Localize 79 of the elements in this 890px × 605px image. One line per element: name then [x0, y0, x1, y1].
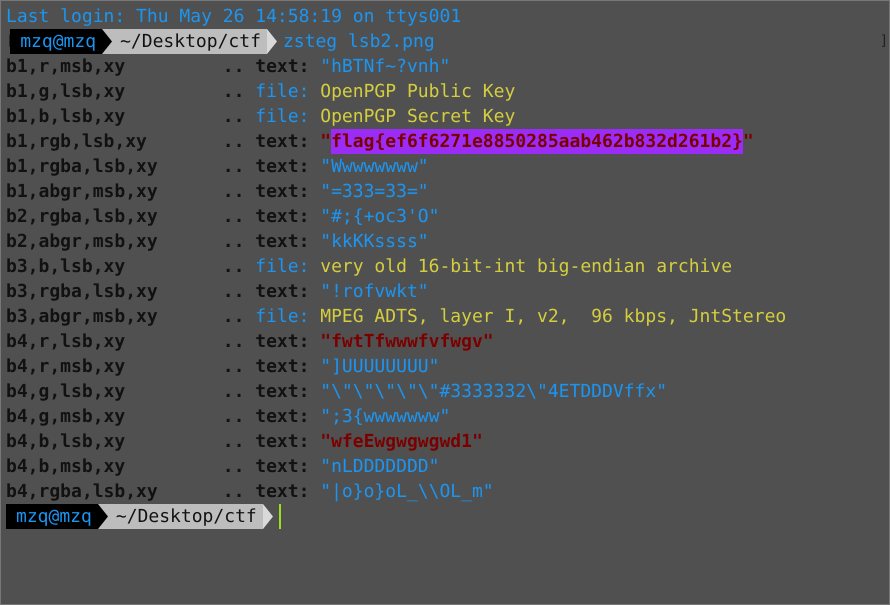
- result-value: "]UUUUUUUU": [320, 355, 440, 379]
- channel-label: b4,r,msb,xy: [6, 355, 126, 379]
- result-type: text:: [255, 55, 310, 79]
- separator-dots: ..: [222, 330, 246, 354]
- result-type: text:: [255, 455, 310, 479]
- separator-dots: ..: [222, 430, 246, 454]
- result-value: "|o}o}oL_\\OL_m": [320, 480, 494, 504]
- separator-dots: ..: [222, 155, 246, 179]
- channel-label: b2,rgba,lsb,xy: [6, 205, 159, 229]
- channel-label: b3,b,lsb,xy: [6, 255, 126, 279]
- login-message: Last login: Thu May 26 14:58:19 on ttys001: [6, 5, 462, 29]
- separator-dots: ..: [222, 130, 246, 154]
- command-text: zsteg lsb2.png: [282, 30, 435, 54]
- result-value: "!rofvwkt": [320, 280, 429, 304]
- separator-dots: ..: [222, 380, 246, 404]
- result-value: ";3{wwwwwww": [320, 405, 450, 429]
- channel-label: b1,r,msb,xy: [6, 55, 126, 79]
- channel-label: b1,abgr,msb,xy: [6, 180, 159, 204]
- separator-dots: ..: [222, 180, 246, 204]
- prompt-path: ~/Desktop/ctf: [112, 29, 267, 54]
- separator-dots: ..: [222, 305, 246, 329]
- quote-mark: ": [742, 130, 754, 154]
- result-type: text:: [255, 430, 310, 454]
- result-type: text:: [255, 205, 310, 229]
- result-type: text:: [255, 130, 310, 154]
- result-type: text:: [255, 155, 310, 179]
- bracket: ]: [880, 32, 884, 51]
- result-type: text:: [255, 180, 310, 204]
- separator-dots: ..: [222, 255, 246, 279]
- result-value: MPEG ADTS, layer I, v2, 96 kbps, JntStereo: [320, 305, 786, 329]
- result-type: text:: [255, 230, 310, 254]
- result-type: text:: [255, 330, 310, 354]
- prompt-path: ~/Desktop/ctf: [108, 504, 263, 529]
- channel-label: b3,rgba,lsb,xy: [6, 280, 159, 304]
- result-type: file:: [255, 105, 310, 129]
- result-value: OpenPGP Secret Key: [320, 105, 516, 129]
- result-value: "=333=33=": [320, 180, 429, 204]
- channel-label: b4,b,msb,xy: [6, 455, 126, 479]
- separator-dots: ..: [222, 455, 246, 479]
- result-value: "hBTNf~?vnh": [320, 55, 450, 79]
- result-value: "Wwwwwwww": [320, 155, 429, 179]
- channel-label: b1,rgb,lsb,xy: [6, 130, 148, 154]
- channel-label: b4,g,lsb,xy: [6, 380, 126, 404]
- result-type: file:: [255, 80, 310, 104]
- separator-dots: ..: [222, 480, 246, 504]
- separator-dots: ..: [222, 55, 246, 79]
- separator-dots: ..: [222, 405, 246, 429]
- separator-dots: ..: [222, 230, 246, 254]
- result-type: text:: [255, 355, 310, 379]
- result-type: text:: [255, 405, 310, 429]
- result-type: text:: [255, 280, 310, 304]
- result-value: "wfeEwgwgwgwd1": [320, 430, 483, 454]
- channel-label: b4,r,lsb,xy: [6, 330, 126, 354]
- result-value: very old 16-bit-int big-endian archive: [320, 255, 732, 279]
- result-type: text:: [255, 380, 310, 404]
- result-value: OpenPGP Public Key: [320, 80, 516, 104]
- flag-value: flag{ef6f6271e8850285aab462b832d261b2}: [331, 129, 743, 154]
- channel-label: b3,abgr,msb,xy: [6, 305, 159, 329]
- channel-label: b1,g,lsb,xy: [6, 80, 126, 104]
- result-value: "#;{+oc3'O": [320, 205, 440, 229]
- separator-dots: ..: [222, 205, 246, 229]
- channel-label: b1,rgba,lsb,xy: [6, 155, 159, 179]
- result-value: "fwtTfwwwfvfwgv": [320, 330, 494, 354]
- result-value: "nLDDDDDDD": [320, 455, 440, 479]
- result-value: "kkKKssss": [320, 230, 429, 254]
- separator-dots: ..: [222, 105, 246, 129]
- channel-label: b2,abgr,msb,xy: [6, 230, 159, 254]
- result-type: text:: [255, 480, 310, 504]
- result-type: file:: [255, 255, 310, 279]
- result-value: "\"\"\"\"\"#3333332\"4ETDDDVffx": [320, 380, 668, 404]
- separator-dots: ..: [222, 355, 246, 379]
- quote-mark: ": [320, 130, 332, 154]
- channel-label: b4,rgba,lsb,xy: [6, 480, 159, 504]
- channel-label: b4,b,lsb,xy: [6, 430, 126, 454]
- channel-label: b4,g,msb,xy: [6, 405, 126, 429]
- separator-dots: ..: [222, 80, 246, 104]
- separator-dots: ..: [222, 280, 246, 304]
- channel-label: b1,b,lsb,xy: [6, 105, 126, 129]
- result-type: file:: [255, 305, 310, 329]
